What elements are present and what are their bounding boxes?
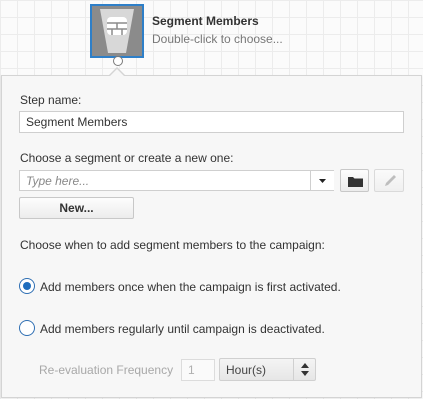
campaign-canvas: Segment Members Double-click to choose..…: [0, 0, 423, 76]
segment-node[interactable]: [90, 4, 144, 58]
browse-segment-button[interactable]: [340, 169, 369, 192]
add-regularly-radio[interactable]: [19, 320, 35, 336]
edit-segment-button[interactable]: [374, 169, 404, 192]
add-once-radio[interactable]: [19, 278, 35, 294]
timing-label: Choose when to add segment members to th…: [20, 238, 325, 252]
chevron-down-icon: [319, 179, 326, 183]
frequency-value-input[interactable]: 1: [181, 359, 215, 381]
panel-pointer-fill: [109, 69, 125, 77]
step-name-label: Step name:: [20, 93, 82, 107]
segment-label: Choose a segment or create a new one:: [20, 151, 234, 165]
segment-placeholder: Type here...: [26, 174, 90, 188]
frequency-unit-arrows: [293, 359, 316, 380]
add-regularly-label[interactable]: Add members regularly until campaign is …: [40, 322, 325, 336]
folder-icon: [348, 177, 363, 187]
pencil-icon: [385, 175, 396, 186]
add-once-label[interactable]: Add members once when the campaign is fi…: [40, 280, 341, 294]
step-name-input[interactable]: Segment Members: [19, 111, 404, 133]
frequency-unit-value: Hour(s): [226, 363, 267, 377]
frequency-unit-select[interactable]: Hour(s): [219, 358, 316, 381]
node-subtitle: Double-click to choose...: [152, 32, 283, 46]
frequency-label: Re-evaluation Frequency: [39, 363, 174, 377]
segment-node-icon: [100, 9, 134, 53]
new-segment-button[interactable]: New...: [19, 197, 134, 219]
up-down-arrows-icon: [301, 363, 309, 376]
node-title: Segment Members: [152, 14, 259, 28]
node-connector-handle[interactable]: [113, 56, 123, 66]
segment-combobox[interactable]: Type here...: [19, 170, 334, 191]
segment-dropdown-toggle[interactable]: [310, 171, 334, 190]
